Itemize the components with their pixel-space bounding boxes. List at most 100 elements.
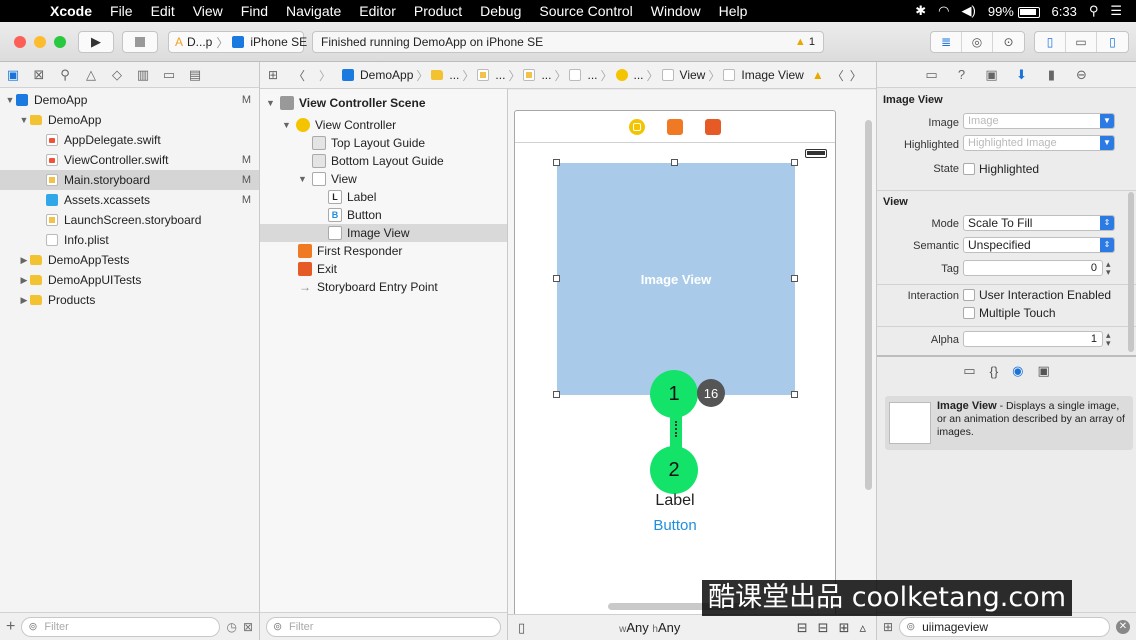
nav-item-launchscreen[interactable]: LaunchScreen.storyboard [0,210,259,230]
resize-handle-t[interactable] [671,159,678,166]
jump-folder[interactable]: ... [431,68,459,82]
chevron-down-icon[interactable]: ▼ [1100,136,1114,150]
nav-item-group-products[interactable]: ▶ Products [0,290,259,310]
identity-inspector-icon[interactable]: ▣ [979,62,1005,88]
file-template-library-icon[interactable]: ▭ [963,363,975,379]
nav-item-appdelegate[interactable]: AppDelegate.swift [0,130,259,150]
related-items-icon[interactable]: ⊞ [260,68,286,82]
code-snippet-library-icon[interactable]: {} [989,364,998,379]
assistant-editor-icon[interactable]: ◎ [962,32,993,52]
outline-image-view-item[interactable]: Image View [260,224,507,242]
breakpoint-navigator-icon[interactable]: ▭ [156,62,182,88]
menu-edit[interactable]: Edit [142,3,184,19]
outline-top-layout-guide[interactable]: Top Layout Guide [260,134,507,152]
stepper-updown-icon[interactable]: ⇕ [1100,238,1114,252]
alpha-field[interactable]: 1 [963,331,1103,347]
find-navigator-icon[interactable]: ⚲ [52,62,78,88]
volume-icon[interactable]: ◀) [962,3,976,19]
first-responder-icon[interactable] [667,118,683,135]
nav-item-group-uitests[interactable]: ▶ DemoAppUITests [0,270,259,290]
size-inspector-icon[interactable]: ▮ [1039,62,1065,88]
library-item-image-view[interactable]: Image View - Displays a single image, or… [885,396,1133,450]
forward-arrow-icon[interactable]: 〉 [312,67,338,84]
library-search-input[interactable]: uiimageview [899,616,1110,637]
tag-stepper[interactable]: ▴ ▾ [1106,260,1111,277]
disclosure-open-icon[interactable]: ▼ [282,120,296,130]
outline-bottom-layout-guide[interactable]: Bottom Layout Guide [260,152,507,170]
resolve-icon[interactable]: ▵ [859,620,866,636]
minimize-window-button[interactable] [34,36,46,48]
next-issue-icon[interactable]: 〉 [850,67,862,84]
resize-handle-tl[interactable] [553,159,560,166]
chevron-down-icon[interactable]: ▼ [1100,114,1114,128]
resize-handle-tr[interactable] [791,159,798,166]
version-editor-icon[interactable]: ⊙ [993,32,1024,52]
menu-window[interactable]: Window [642,3,710,19]
clear-search-icon[interactable]: ✕ [1116,619,1130,634]
disclosure-closed-icon[interactable]: ▶ [18,255,30,266]
view-controller-icon[interactable] [629,118,645,135]
user-interaction-checkbox[interactable] [963,289,975,301]
nav-item-group-demoapp[interactable]: ▼ DemoApp [0,110,259,130]
add-file-icon[interactable]: + [6,618,15,636]
issue-warning-icon[interactable]: ▲ [812,68,824,82]
menu-source-control[interactable]: Source Control [530,3,641,19]
project-navigator-icon[interactable]: ▣ [0,62,26,88]
run-button[interactable]: ▶ [78,31,114,53]
outline-label-item[interactable]: L Label [260,188,507,206]
back-arrow-icon[interactable]: 〈 [286,67,312,84]
jump-base[interactable]: ... [523,68,551,82]
toggle-utilities-icon[interactable]: ▯ [1097,32,1128,52]
symbol-navigator-icon[interactable]: ⊠ [26,62,52,88]
toggle-debug-area-icon[interactable]: ▭ [1066,32,1097,52]
bluetooth-icon[interactable]: ✱ [915,3,926,19]
spotlight-icon[interactable]: ⚲ [1089,3,1099,19]
storyboard-canvas[interactable]: Image View 1 16 2 Label Button [508,90,876,614]
debug-navigator-icon[interactable]: ▥ [130,62,156,88]
size-class-control[interactable]: wAny hAny [619,620,680,635]
attributes-inspector-icon[interactable]: ⬇ [1009,62,1035,88]
standard-editor-icon[interactable]: ≣ [931,32,962,52]
nav-item-viewcontroller[interactable]: ViewController.swift M [0,150,259,170]
stack-icon[interactable]: ⊟ [797,620,808,636]
outline-entry-point[interactable]: → Storyboard Entry Point [260,278,507,296]
resize-handle-l[interactable] [553,275,560,282]
label-element[interactable]: Label [515,492,835,510]
menu-app-name[interactable]: Xcode [36,3,101,19]
disclosure-closed-icon[interactable]: ▶ [18,295,30,306]
disclosure-open-icon[interactable]: ▼ [18,115,30,125]
menu-view[interactable]: View [184,3,232,19]
outline-view[interactable]: ▼ View [260,170,507,188]
stepper-updown-icon[interactable]: ⇕ [1100,216,1114,230]
disclosure-open-icon[interactable]: ▼ [266,98,280,108]
jump-view[interactable]: View [661,68,705,82]
outline-scene[interactable]: ▼ View Controller Scene [260,94,507,112]
resize-handle-r[interactable] [791,275,798,282]
navigator-filter-input[interactable]: Filter [21,616,221,637]
media-library-icon[interactable]: ▣ [1038,363,1050,379]
nav-item-project[interactable]: ▼ DemoApp M [0,90,259,110]
close-window-button[interactable] [14,36,26,48]
view-controller-scene[interactable]: Image View 1 16 2 Label Button [514,110,836,614]
resize-handle-bl[interactable] [553,391,560,398]
menu-debug[interactable]: Debug [471,3,530,19]
outline-exit[interactable]: Exit [260,260,507,278]
jump-vc[interactable]: ... [615,68,644,82]
semantic-select[interactable]: Unspecified ⇕ [963,237,1115,253]
scm-filter-icon[interactable]: ⊠ [243,620,253,634]
resize-handle-br[interactable] [791,391,798,398]
multiple-touch-checkbox[interactable] [963,307,975,319]
content-mode-select[interactable]: Scale To Fill ⇕ [963,215,1115,231]
nav-item-infoplist[interactable]: Info.plist [0,230,259,250]
recent-files-icon[interactable]: ◷ [226,620,236,634]
warning-indicator[interactable]: ▲ 1 [795,32,815,52]
issue-navigator-icon[interactable]: △ [78,62,104,88]
file-inspector-icon[interactable]: ▭ [919,62,945,88]
nav-item-group-tests[interactable]: ▶ DemoAppTests [0,250,259,270]
disclosure-open-icon[interactable]: ▼ [4,95,16,105]
grid-view-icon[interactable]: ⊞ [883,620,893,634]
zoom-window-button[interactable] [54,36,66,48]
menu-navigate[interactable]: Navigate [277,3,350,19]
vertical-scrollbar[interactable] [865,120,872,490]
button-element[interactable]: Button [515,517,835,534]
